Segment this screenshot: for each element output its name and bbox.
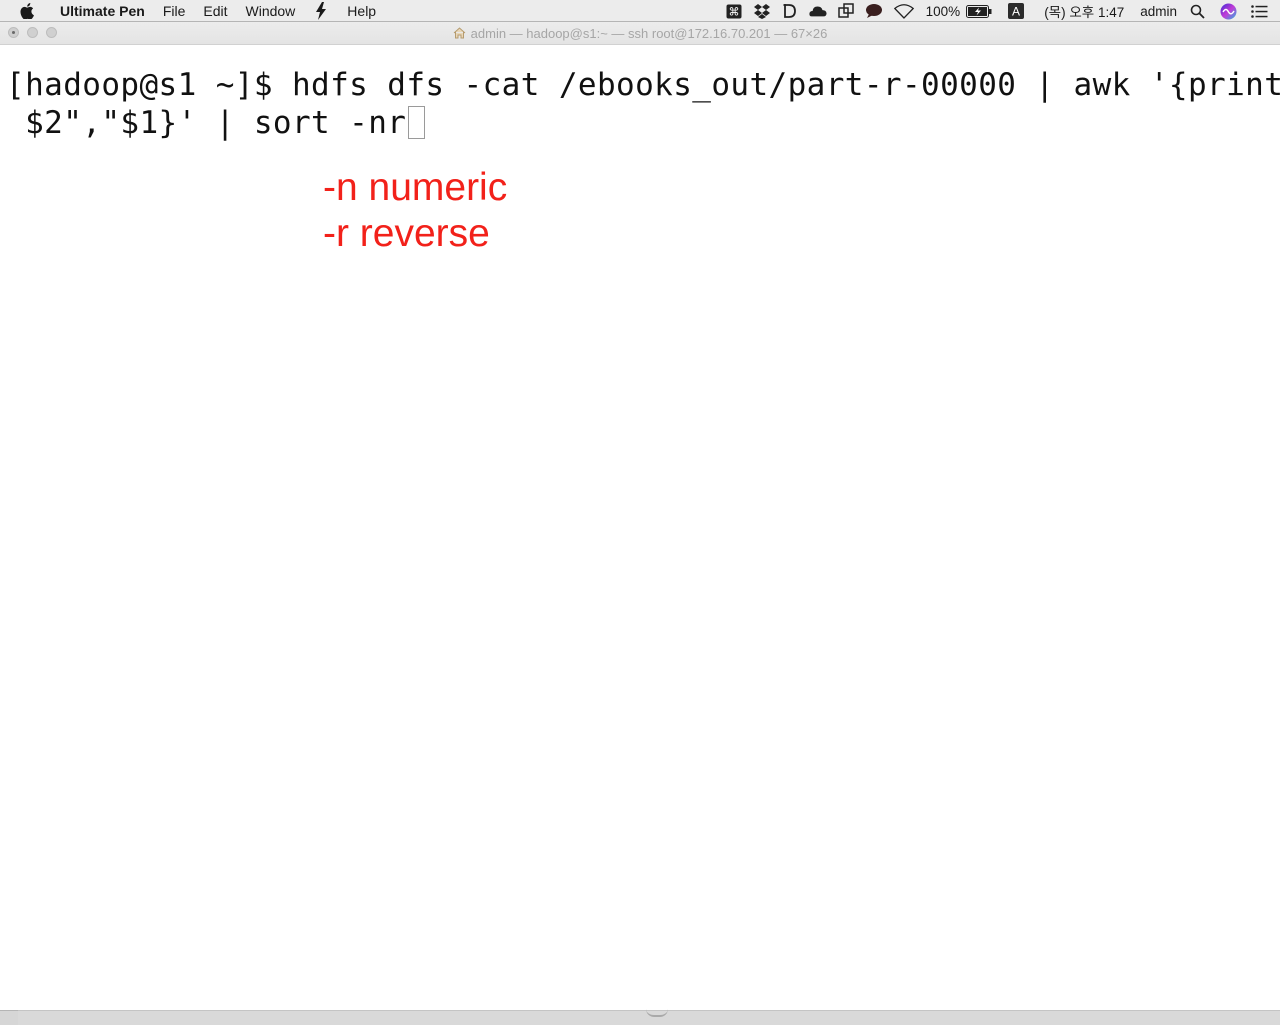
speech-bubble-icon[interactable] xyxy=(865,3,883,19)
window-icon[interactable] xyxy=(837,3,855,19)
close-button[interactable] xyxy=(8,27,19,38)
menu-bar-right: ⌘ 100% A (목) 오후 1:47 admin xyxy=(720,0,1280,22)
search-icon[interactable] xyxy=(1188,3,1206,19)
scripting-icon[interactable] xyxy=(312,1,330,20)
cloud-icon[interactable] xyxy=(809,3,827,19)
user-name[interactable]: admin xyxy=(1140,4,1177,19)
minimize-button[interactable] xyxy=(27,27,38,38)
menu-edit[interactable]: Edit xyxy=(194,0,236,22)
menu-bar-left: Ultimate Pen File Edit Window Help xyxy=(0,0,385,21)
dropbox-icon[interactable] xyxy=(753,3,771,19)
clock[interactable]: (목) 오후 1:47 xyxy=(1044,1,1124,21)
background-window-edge xyxy=(18,1010,1280,1025)
window-controls xyxy=(8,27,57,38)
window-titlebar[interactable]: admin — hadoop@s1:~ — ssh root@172.16.70… xyxy=(0,22,1280,45)
apple-icon[interactable] xyxy=(17,0,37,22)
siri-icon[interactable] xyxy=(1219,3,1237,19)
command-icon[interactable]: ⌘ xyxy=(725,3,743,19)
menu-bar: Ultimate Pen File Edit Window Help ⌘ 100… xyxy=(0,0,1280,22)
svg-text:A: A xyxy=(1012,5,1020,19)
terminal-cursor xyxy=(408,106,426,139)
background-window-handle xyxy=(646,1009,668,1017)
window-title-wrap: admin — hadoop@s1:~ — ssh root@172.16.70… xyxy=(453,25,828,41)
zoom-button[interactable] xyxy=(46,27,57,38)
terminal-line-2-text: $2","$1}' | sort -nr xyxy=(6,105,407,141)
menu-window[interactable]: Window xyxy=(237,0,305,22)
terminal-window: admin — hadoop@s1:~ — ssh root@172.16.70… xyxy=(0,22,1280,1010)
terminal-content[interactable]: [hadoop@s1 ~]$ hdfs dfs -cat /ebooks_out… xyxy=(0,45,1280,1010)
battery-icon[interactable] xyxy=(966,3,992,19)
input-source-icon[interactable]: A xyxy=(1007,3,1025,19)
battery-percent: 100% xyxy=(925,3,961,19)
terminal-line-2: $2","$1}' | sort -nr xyxy=(6,105,426,142)
home-folder-icon xyxy=(453,27,466,39)
window-title: admin — hadoop@s1:~ — ssh root@172.16.70… xyxy=(470,25,828,41)
list-icon[interactable] xyxy=(1250,3,1268,19)
annotation-numeric: -n numeric xyxy=(323,166,508,209)
svg-text:⌘: ⌘ xyxy=(728,5,739,18)
wifi-icon[interactable] xyxy=(893,3,915,19)
terminal-line-1: [hadoop@s1 ~]$ hdfs dfs -cat /ebooks_out… xyxy=(6,67,1280,103)
menu-file[interactable]: File xyxy=(154,0,195,22)
annotation-reverse: -r reverse xyxy=(323,212,490,255)
menu-help[interactable]: Help xyxy=(338,0,385,22)
menu-app-name[interactable]: Ultimate Pen xyxy=(51,0,154,22)
d-icon[interactable] xyxy=(781,3,799,19)
